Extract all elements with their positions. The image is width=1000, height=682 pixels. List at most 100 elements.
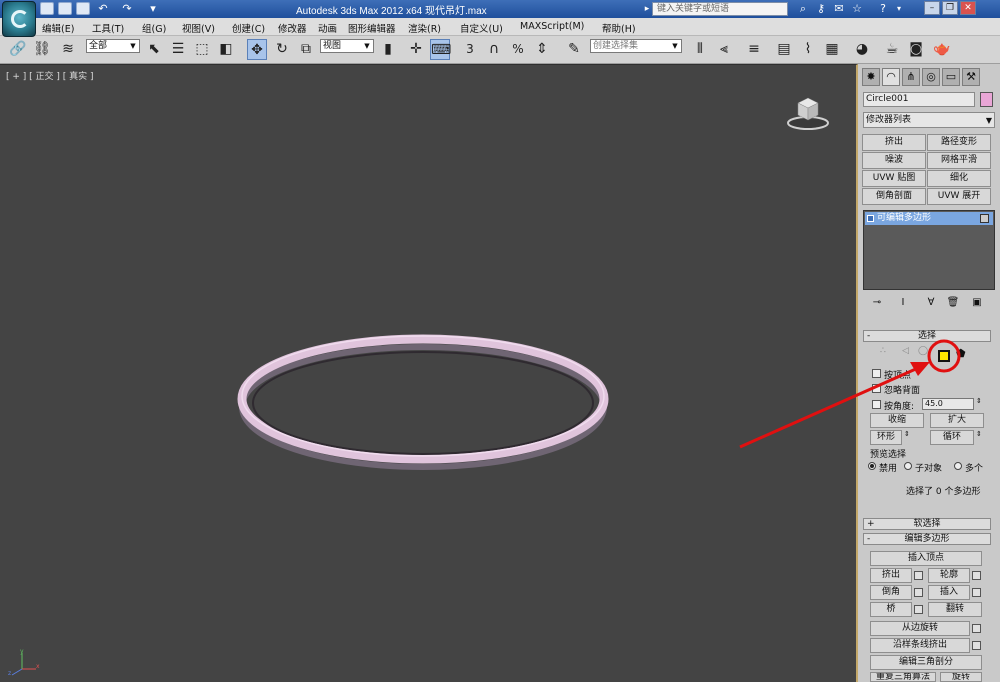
close-button[interactable]: ✕ xyxy=(960,1,976,15)
link-icon[interactable]: 🔗 xyxy=(8,39,28,60)
edge-mode-icon[interactable]: ◁ xyxy=(902,346,909,356)
menu-customize[interactable]: 自定义(U) xyxy=(460,21,503,35)
show-end-result-icon[interactable]: I xyxy=(896,296,910,310)
modifier-button-bevel-profile[interactable]: 倒角剖面 xyxy=(862,188,926,205)
selection-rollout-header[interactable]: - 选择 xyxy=(863,330,991,342)
menu-views[interactable]: 视图(V) xyxy=(182,21,215,35)
inset-button[interactable]: 插入 xyxy=(928,585,970,600)
rendered-frame-window-icon[interactable]: ◙ xyxy=(906,39,926,60)
reference-coordinate-dropdown[interactable]: 视图 ▼ xyxy=(320,39,374,53)
bridge-button[interactable]: 桥 xyxy=(870,602,912,617)
mirror-icon[interactable]: ⫴ xyxy=(690,39,710,60)
pivot-center-icon[interactable]: ▮ xyxy=(378,39,398,60)
extrude-settings-icon[interactable] xyxy=(914,571,923,580)
hierarchy-tab-icon[interactable]: ⋔ xyxy=(902,68,920,86)
viewport-perspective[interactable]: [ + ] [ 正交 ] [ 真实 ] y x z xyxy=(0,64,858,682)
bevel-button[interactable]: 倒角 xyxy=(870,585,912,600)
snap-toggle-icon[interactable]: 3 xyxy=(460,39,480,60)
app-logo-icon[interactable] xyxy=(2,1,36,37)
modifier-button-meshsmooth[interactable]: 网格平滑 xyxy=(927,152,991,169)
stack-item-toggle-icon[interactable] xyxy=(980,214,989,223)
menu-edit[interactable]: 编辑(E) xyxy=(42,21,74,35)
save-file-icon[interactable] xyxy=(76,2,90,15)
extrude-along-spline-settings-icon[interactable] xyxy=(972,641,981,650)
move-icon[interactable]: ✥ xyxy=(247,39,267,60)
help-search-input[interactable]: 键入关键字或短语 xyxy=(652,2,788,16)
flip-button[interactable]: 翻转 xyxy=(928,602,982,617)
rectangular-selection-icon[interactable]: ⬚ xyxy=(192,39,212,60)
quick-access-dropdown-icon[interactable]: ▾ xyxy=(146,2,160,16)
turn-button[interactable]: 旋转 xyxy=(940,672,982,682)
angle-spinner[interactable]: 45.0 xyxy=(922,398,974,410)
spinner-arrows-icon[interactable]: ⇕ xyxy=(976,397,982,405)
subscription-key-icon[interactable]: ⚷ xyxy=(814,2,828,16)
preview-off-radio[interactable] xyxy=(868,462,876,470)
select-manipulate-icon[interactable]: ✛ xyxy=(406,39,426,60)
curve-editor-icon[interactable]: ⌇ xyxy=(798,39,818,60)
utilities-tab-icon[interactable]: ⚒ xyxy=(962,68,980,86)
ring-spinner-icon[interactable]: ⇕ xyxy=(904,430,910,438)
preview-multi-radio[interactable] xyxy=(954,462,962,470)
material-editor-icon[interactable]: ◕ xyxy=(852,39,872,60)
modifier-button-path-deform[interactable]: 路径变形 xyxy=(927,134,991,151)
expand-icon[interactable] xyxy=(867,215,874,222)
configure-modifier-sets-icon[interactable]: ▣ xyxy=(970,296,984,310)
schematic-view-icon[interactable]: ▦ xyxy=(822,39,842,60)
by-vertex-checkbox[interactable] xyxy=(872,369,881,378)
open-file-icon[interactable] xyxy=(58,2,72,15)
modifier-button-uvw-map[interactable]: UVW 贴图 xyxy=(862,170,926,187)
hinge-from-edge-button[interactable]: 从边旋转 xyxy=(870,621,970,636)
insert-vertex-button[interactable]: 插入顶点 xyxy=(870,551,982,566)
modifier-button-noise[interactable]: 噪波 xyxy=(862,152,926,169)
loop-spinner-icon[interactable]: ⇕ xyxy=(976,430,982,438)
bind-space-warp-icon[interactable]: ≋ xyxy=(58,39,78,60)
menu-create[interactable]: 创建(C) xyxy=(232,21,265,35)
extrude-button[interactable]: 挤出 xyxy=(870,568,912,583)
border-mode-icon[interactable]: ◯ xyxy=(918,346,928,356)
restore-button[interactable]: ❐ xyxy=(942,1,958,15)
angle-snap-icon[interactable]: ∩ xyxy=(484,39,504,60)
remove-modifier-icon[interactable]: 🗑 xyxy=(946,296,960,310)
keyboard-shortcut-override-icon[interactable]: ⌨ xyxy=(430,39,451,60)
soft-selection-rollout-header[interactable]: + 软选择 xyxy=(863,518,991,530)
retriangulate-button[interactable]: 重复三角算法 xyxy=(870,672,936,682)
minimize-button[interactable]: – xyxy=(924,1,940,15)
layer-manager-icon[interactable]: ≡ xyxy=(744,39,764,60)
favorites-star-icon[interactable]: ☆ xyxy=(850,2,864,16)
stack-item-editable-poly[interactable]: 可编辑多边形 xyxy=(865,212,993,225)
hinge-settings-icon[interactable] xyxy=(972,624,981,633)
menu-tools[interactable]: 工具(T) xyxy=(92,21,124,35)
selection-filter-dropdown[interactable]: 全部 ▼ xyxy=(86,39,140,53)
preview-subobject-radio[interactable] xyxy=(904,462,912,470)
graphite-tools-icon[interactable]: ▤ xyxy=(774,39,794,60)
outline-settings-icon[interactable] xyxy=(972,571,981,580)
select-by-name-icon[interactable]: ☰ xyxy=(168,39,188,60)
ignore-backfacing-checkbox[interactable] xyxy=(872,384,881,393)
grow-button[interactable]: 扩大 xyxy=(930,413,984,428)
render-setup-icon[interactable]: ☕ xyxy=(882,39,902,60)
element-mode-icon[interactable]: ⬟ xyxy=(956,347,966,360)
undo-icon[interactable]: ↶ xyxy=(96,2,110,16)
help-dropdown-icon[interactable]: ▾ xyxy=(892,2,906,16)
object-color-swatch[interactable] xyxy=(980,92,993,107)
menu-rendering[interactable]: 渲染(R) xyxy=(408,21,441,35)
modifier-list-dropdown[interactable]: 修改器列表 ▼ xyxy=(863,112,995,128)
create-tab-icon[interactable]: ✸ xyxy=(862,68,880,86)
loop-button[interactable]: 循环 xyxy=(930,430,974,445)
extrude-along-spline-button[interactable]: 沿样条线挤出 xyxy=(870,638,970,653)
help-icon[interactable]: ? xyxy=(876,2,890,16)
torus-ring-object[interactable] xyxy=(0,65,858,682)
vertex-mode-icon[interactable]: ∴ xyxy=(880,346,886,356)
motion-tab-icon[interactable]: ◎ xyxy=(922,68,940,86)
modify-tab-icon[interactable]: ◠ xyxy=(882,68,900,86)
display-tab-icon[interactable]: ▭ xyxy=(942,68,960,86)
menu-graph-editors[interactable]: 图形编辑器 xyxy=(348,21,396,35)
percent-snap-icon[interactable]: % xyxy=(508,39,528,60)
menu-animation[interactable]: 动画 xyxy=(318,21,337,35)
menu-modifiers[interactable]: 修改器 xyxy=(278,21,307,35)
shrink-button[interactable]: 收缩 xyxy=(870,413,924,428)
by-angle-checkbox[interactable] xyxy=(872,400,881,409)
binoculars-icon[interactable]: ⌕ xyxy=(796,2,810,16)
modifier-button-unwrap-uvw[interactable]: UVW 展开 xyxy=(927,188,991,205)
object-name-field[interactable]: Circle001 xyxy=(863,92,975,107)
